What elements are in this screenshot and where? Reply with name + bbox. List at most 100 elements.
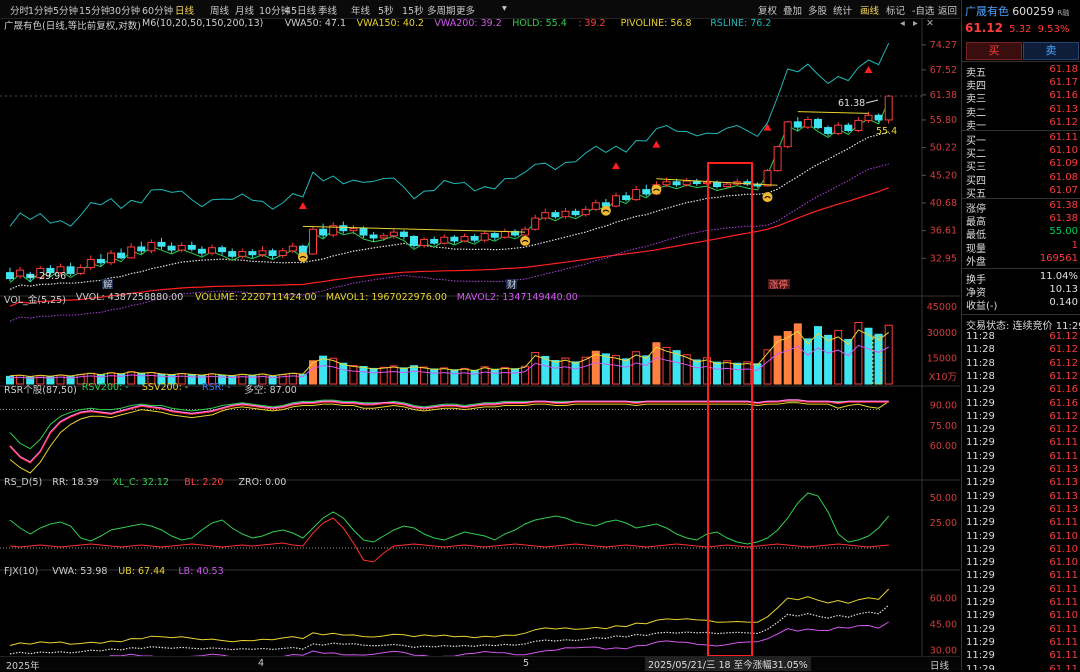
ask-row-3: 卖二 61.13 [966,104,1078,119]
candle-body [218,247,227,253]
volume-bar [642,355,651,385]
main-legend-2: VWA150: 40.2 [356,18,424,29]
high-pointer [865,99,879,104]
tick-row-1-label: 11:28 [966,344,995,356]
tick-row-11-label: 11:29 [966,477,995,489]
tick-row-10: 11:29 61.13 [966,464,1078,477]
date-axis-label-may: 5 [523,658,530,669]
tick-row-8-value: 61.11 [1049,437,1078,449]
timeframe-2[interactable]: 5分钟 [53,3,78,17]
vol-legend-0: VOL_金(5,25) [4,295,66,306]
candle-body [359,228,368,236]
volume-bar [723,360,732,385]
candle-body [622,195,631,201]
candle-body [571,210,580,216]
ask-row-0-value: 61.18 [1049,64,1078,75]
candle-body [844,124,853,132]
volume-bar [702,357,711,385]
date-axis-label-apr: 4 [258,658,265,669]
vol-legend-1: VVOL: 4387258880.00 [75,292,184,303]
toolbar-button-3[interactable]: 统计 [833,3,852,17]
toolbar-button-4[interactable]: 画线 [860,3,879,17]
timeframe-1[interactable]: 1分钟 [28,3,53,17]
rsd-xlc-line [9,492,890,545]
toolbar-button-0[interactable]: 复权 [758,3,777,17]
candle-body [470,235,479,241]
timeframe-7[interactable]: 周线 [210,3,229,17]
tick-row-13: 11:29 61.13 [966,504,1078,517]
fjx-vwa-line [9,604,890,655]
candle-body [773,146,782,172]
margin-badge: R融 [1057,9,1070,17]
tick-row-24-label: 11:29 [966,650,995,662]
toolbar-button-1[interactable]: 叠加 [783,3,802,17]
candle-body [814,118,822,129]
candle-body [6,272,14,280]
timeframe-0[interactable]: 分时 [10,3,29,17]
tick-row-12: 11:29 61.13 [966,491,1078,504]
volume-bar [844,338,853,385]
bottom-bar: 2025年 4 5 2025/05/21/三 18 至今涨幅31.05% 日线 [0,656,960,672]
timeframe-16[interactable]: 更多 [456,3,475,17]
tick-row-12-label: 11:29 [966,490,995,502]
tick-row-13-label: 11:29 [966,503,995,515]
tick-row-14: 11:29 61.11 [966,517,1078,530]
rsr-legend-0: RSR个股(87,50) [4,385,77,396]
stat-row-1-value: 61.38 [1049,213,1078,225]
tick-row-25-label: 11:29 [966,663,995,671]
tick-row-10-value: 61.13 [1049,464,1078,475]
sell-button[interactable]: 卖 [1023,42,1079,60]
pivot-line-2 [797,111,869,114]
tick-row-16-label: 11:29 [966,543,995,555]
ask-row-4-value: 61.12 [1049,116,1078,128]
candle-body [803,118,812,128]
toolbar-button-5[interactable]: 标记 [886,3,905,17]
tick-row-1-value: 61.12 [1049,344,1078,356]
tick-row-7-value: 61.12 [1049,424,1078,436]
tick-row-5-value: 61.16 [1049,397,1078,409]
tick-row-1: 11:28 61.12 [966,344,1078,357]
price-axis-label-0: 74.27 [930,40,957,51]
timeframe-6[interactable]: 日线 [175,3,194,17]
buy-button[interactable]: 买 [966,42,1022,60]
fjx-legend-2: UB: 67.44 [118,566,166,577]
toolbar-button-6[interactable]: -自选 [912,3,934,17]
next-icon[interactable]: ▸ [913,18,918,29]
timeframe-5[interactable]: 60分钟 [142,3,173,17]
bid-row-1-value: 61.10 [1049,145,1078,157]
volume-bar [763,349,772,385]
volume-bar [500,367,509,385]
toolbar-button-7[interactable]: 返回 [938,3,957,17]
stat-row-4: 外盘 169561 [966,253,1078,268]
candle-body [16,269,25,277]
tick-row-3-label: 11:28 [966,370,995,382]
timeframe-11[interactable]: 季线 [318,3,337,17]
stat-row-2: 最低 55.00 [966,226,1078,241]
candle-body [500,230,509,238]
candle-body [682,180,691,186]
more-dropdown-icon[interactable]: ▾ [502,3,507,14]
timeframe-8[interactable]: 月线 [235,3,254,17]
toolbar-button-2[interactable]: 多股 [808,3,827,17]
rsr-red-line [9,400,889,464]
close-icon[interactable]: ✕ [926,18,934,29]
timeframe-14[interactable]: 15秒 [402,3,424,17]
earnings-marker: 财 [507,279,517,291]
timeframe-10[interactable]: 45日线 [285,3,316,17]
candle-body [581,208,590,216]
candle-body [107,252,115,264]
timeframe-12[interactable]: 年线 [351,3,370,17]
candle-body [440,236,449,244]
chart-canvas[interactable]: 74.27 67.52 61.38 55.80 50.22 45.20 40.68 36.61… [0,18,960,656]
candle-body [864,114,873,121]
timeframe-13[interactable]: 5秒 [378,3,394,17]
timeframe-3[interactable]: 15分钟 [79,3,110,17]
candle-body [531,217,540,230]
volume-bar [399,367,408,385]
prev-icon[interactable]: ◂ [900,18,905,29]
candle-body [369,234,378,239]
timeframe-4[interactable]: 30分钟 [109,3,140,17]
candle-body [268,250,277,256]
tick-row-17-value: 61.10 [1049,557,1078,569]
timeframe-15[interactable]: 多周期 [427,3,456,17]
